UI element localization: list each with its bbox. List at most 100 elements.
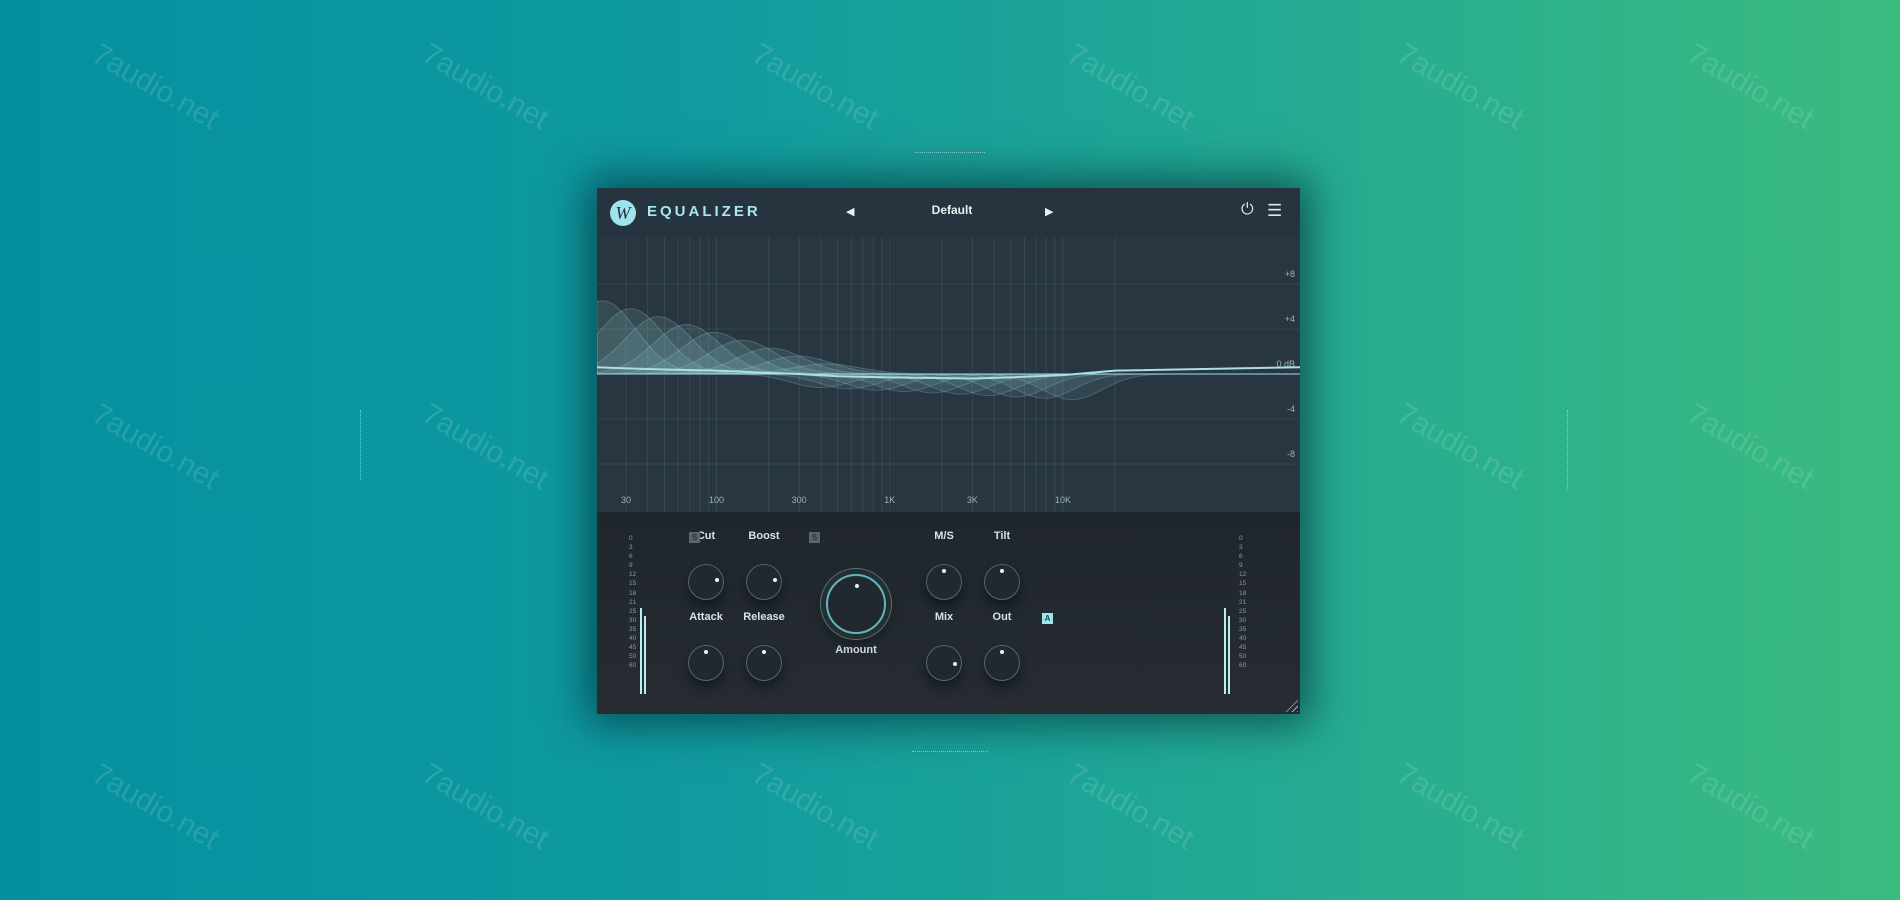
freq-label: 100 — [709, 495, 724, 505]
watermark: 7audio.net — [86, 37, 225, 136]
meter-tick: 12 — [1239, 571, 1247, 579]
meter-tick: 6 — [629, 553, 633, 561]
db-label: -4 — [1287, 404, 1295, 414]
watermark: 7audio.net — [746, 37, 885, 136]
meter-tick: 9 — [629, 562, 633, 570]
knob-indicator — [855, 584, 859, 589]
in-meter-bar — [644, 616, 646, 694]
out-knob[interactable] — [984, 645, 1020, 681]
knob-indicator — [704, 649, 708, 654]
watermark: 7audio.net — [1681, 757, 1820, 856]
out-meter-bar — [1224, 608, 1226, 694]
mix-knob[interactable] — [926, 645, 962, 681]
watermark: 7audio.net — [1391, 37, 1530, 136]
meter-tick: 25 — [629, 607, 637, 615]
boost-sidechain-badge[interactable]: S — [809, 532, 820, 543]
header: W EQUALIZER ◀ Default ▶ ⏻ ☰ — [597, 188, 1300, 237]
meter-tick: 30 — [629, 616, 637, 624]
menu-icon[interactable]: ☰ — [1267, 201, 1282, 221]
freq-label: 3K — [967, 495, 978, 505]
watermark: 7audio.net — [1681, 37, 1820, 136]
out-auto-badge[interactable]: A — [1042, 613, 1053, 624]
ms-knob[interactable] — [926, 564, 962, 600]
boost-knob[interactable] — [746, 564, 782, 600]
meter-tick: 60 — [629, 662, 637, 670]
knob-indicator — [762, 649, 766, 654]
meter-tick: 3 — [629, 544, 633, 552]
logo: W — [610, 200, 636, 226]
watermark: 7audio.net — [416, 397, 555, 496]
freq-label: 10K — [1055, 495, 1071, 505]
watermark: 7audio.net — [1391, 397, 1530, 496]
in-meter-bar — [640, 608, 642, 694]
out-meter-bar — [1228, 616, 1230, 694]
divider — [1567, 410, 1568, 490]
knob-indicator — [773, 578, 778, 583]
knob-indicator — [942, 568, 946, 573]
divider — [915, 152, 985, 153]
equalizer-plugin-window: W EQUALIZER ◀ Default ▶ ⏻ ☰ 30 100 300 1K 3K… — [597, 188, 1300, 714]
db-label: +4 — [1285, 314, 1295, 324]
in-meter-scale: 0 3 6 9 12 15 18 21 25 30 35 40 45 50 60 — [629, 534, 636, 670]
watermark: 7audio.net — [416, 37, 555, 136]
meter-tick: 50 — [629, 653, 637, 661]
watermark: 7audio.net — [1391, 757, 1530, 856]
knob-indicator — [1000, 568, 1004, 573]
meter-tick: 21 — [629, 598, 637, 606]
db-label: -8 — [1287, 449, 1295, 459]
release-label: Release — [743, 611, 785, 623]
meter-tick: 30 — [1239, 616, 1247, 624]
out-meter-scale: 0 3 6 9 12 15 18 21 25 30 35 40 45 50 60 — [1239, 534, 1246, 670]
meter-tick: 35 — [1239, 625, 1247, 633]
db-label: +8 — [1285, 269, 1295, 279]
plugin-title: EQUALIZER — [647, 203, 761, 220]
freq-label: 300 — [792, 495, 807, 505]
amount-knob[interactable] — [826, 574, 886, 634]
meter-tick: 40 — [629, 635, 637, 643]
watermark: 7audio.net — [86, 757, 225, 856]
meter-tick: 0 — [1239, 535, 1243, 542]
watermark: 7audio.net — [1681, 397, 1820, 496]
meter-tick: 18 — [629, 589, 637, 597]
boost-label: Boost — [748, 530, 780, 542]
cut-sidechain-badge[interactable]: S — [689, 532, 700, 543]
watermark: 7audio.net — [1061, 757, 1200, 856]
freq-label: 30 — [621, 495, 631, 505]
tilt-label: Tilt — [993, 530, 1011, 542]
meter-tick: 3 — [1239, 544, 1243, 552]
meter-tick: 15 — [1239, 580, 1247, 588]
meter-tick: 0 — [629, 535, 633, 542]
prev-preset-button[interactable]: ◀ — [846, 205, 854, 218]
release-knob[interactable] — [746, 645, 782, 681]
meter-tick: 40 — [1239, 635, 1247, 643]
meter-tick: 21 — [1239, 598, 1247, 606]
watermark: 7audio.net — [746, 757, 885, 856]
watermark: 7audio.net — [86, 397, 225, 496]
freq-label: 1K — [884, 495, 895, 505]
knob-indicator — [1000, 649, 1004, 654]
amount-label: Amount — [835, 644, 877, 656]
eq-graph[interactable]: 30 100 300 1K 3K 10K+8+40 dB-4-8 — [597, 237, 1300, 512]
preset-name[interactable]: Default — [867, 203, 1037, 217]
attack-knob[interactable] — [688, 645, 724, 681]
meter-tick: 35 — [629, 625, 637, 633]
meter-tick: 18 — [1239, 589, 1247, 597]
next-preset-button[interactable]: ▶ — [1045, 205, 1053, 218]
tilt-knob[interactable] — [984, 564, 1020, 600]
meter-tick: 12 — [629, 571, 637, 579]
divider — [912, 751, 988, 752]
cut-knob[interactable] — [688, 564, 724, 600]
meter-tick: 6 — [1239, 553, 1243, 561]
meter-tick: 50 — [1239, 653, 1247, 661]
meter-tick: 45 — [629, 644, 637, 652]
meter-tick: 45 — [1239, 644, 1247, 652]
meter-tick: 9 — [1239, 562, 1243, 570]
power-icon[interactable]: ⏻ — [1241, 201, 1254, 219]
knob-indicator — [715, 578, 720, 583]
controls-panel: Cut Boost Attack Release M/S Tilt Mix Out Amount… — [597, 512, 1300, 714]
meter-tick: 15 — [629, 580, 637, 588]
meter-tick: 60 — [1239, 662, 1247, 670]
watermark: 7audio.net — [416, 757, 555, 856]
meter-tick: 25 — [1239, 607, 1247, 615]
divider — [360, 410, 361, 480]
